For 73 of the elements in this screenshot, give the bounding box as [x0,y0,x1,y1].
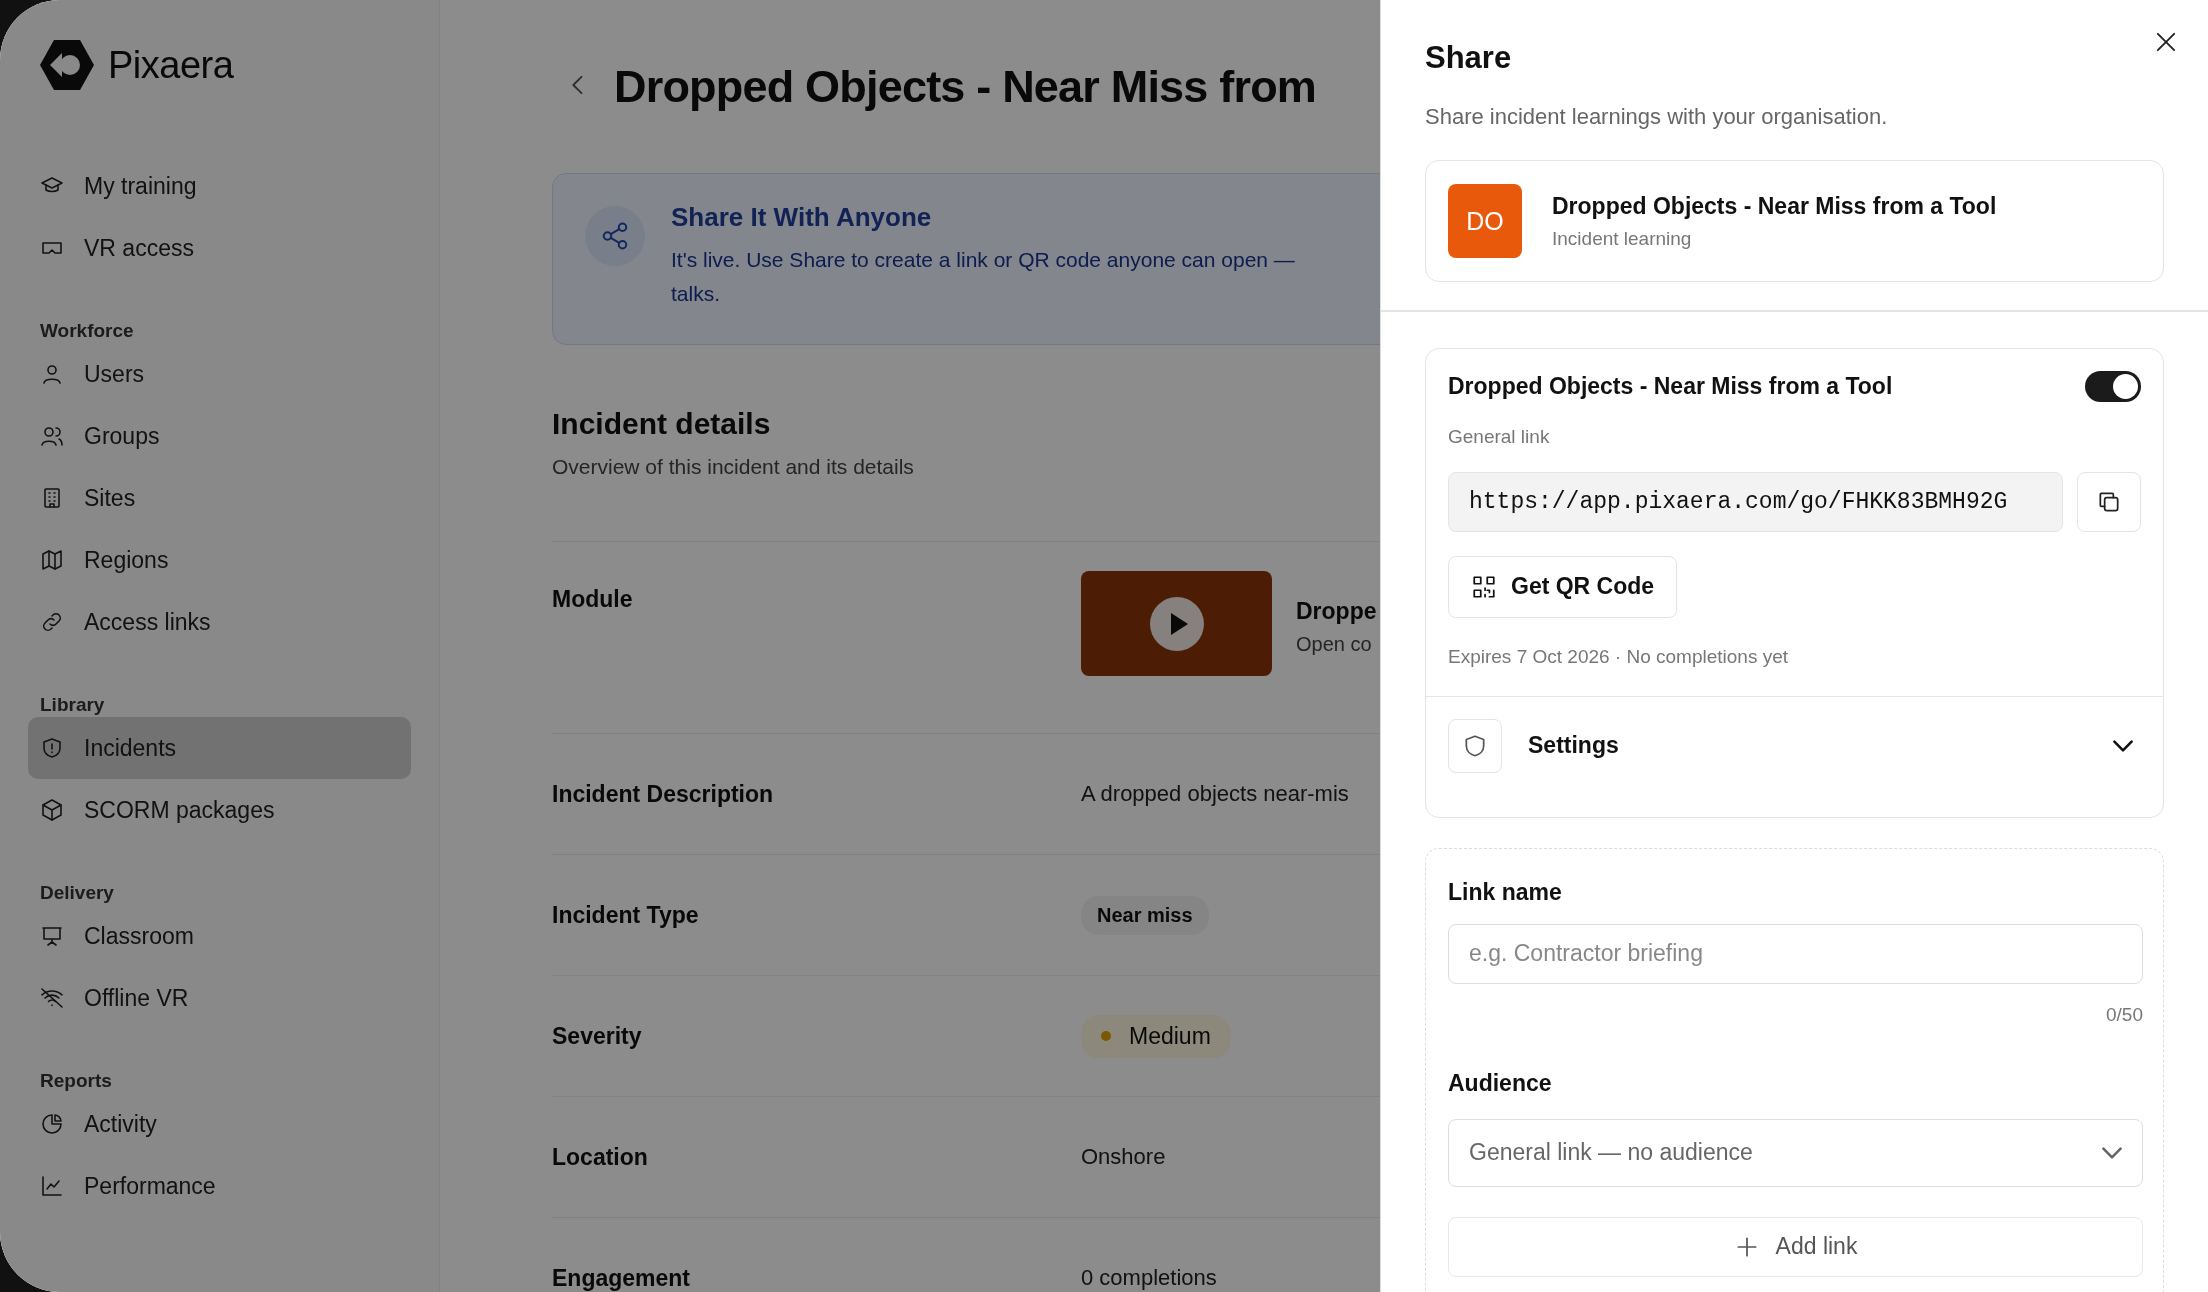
type-tag: Near miss [1081,895,1209,935]
map-icon [40,548,64,572]
field-value: A dropped objects near-mis [1081,781,1349,807]
nav-item[interactable]: Performance [28,1155,411,1217]
link-meta: Expires 7 Oct 2026 · No completions yet [1448,645,1790,669]
incident-title: Dropped Objects - Near Miss from a Tool [1552,192,1997,220]
video-thumbnail[interactable] [1081,571,1272,676]
logo-text: Pixaera [108,43,234,87]
settings-row[interactable]: Settings [1426,695,2163,817]
nav-item[interactable]: Access links [28,591,411,653]
copy-button[interactable] [2077,471,2141,532]
url-field[interactable]: https://app.pixaera.com/go/FHKK83BMH92G [1448,471,2063,532]
users-icon [40,424,64,448]
nav-item[interactable]: Regions [28,529,411,591]
severity-tag: Medium [1081,1014,1231,1058]
field-value: 0 completions [1081,1265,1217,1291]
chevron-down-icon [2113,739,2133,752]
section-title: Incident details [552,407,772,441]
line-chart-icon [40,1174,64,1198]
field-label: Location [552,1143,649,1171]
initials-avatar: DO [1448,184,1522,258]
nav-section-heading: Workforce [40,319,135,343]
link-icon [40,610,64,634]
share-icon [600,221,630,251]
nav-item[interactable]: My training [28,155,411,217]
toggle-switch[interactable] [2085,370,2141,402]
user-icon [40,362,64,386]
nav-item[interactable]: Groups [28,405,411,467]
nav-item[interactable]: Sites [28,467,411,529]
field-label: Module [552,586,634,613]
field-label: Engagement [552,1264,692,1292]
module-title[interactable]: Droppe [1296,598,1377,625]
nav-item[interactable]: Activity [28,1093,411,1155]
incident-subtitle: Incident learning [1552,227,1693,250]
nav-item[interactable]: Incidents [28,717,411,779]
modal-backdrop[interactable] [0,0,1380,1292]
banner-title: Share It With Anyone [671,202,933,233]
wifi-off-icon [40,986,64,1010]
section-subtitle: Overview of this incident and its details [552,455,915,479]
banner-text: talks. [671,281,721,307]
presentation-icon [40,924,64,948]
qr-code-button[interactable]: Get QR Code [1448,555,1678,618]
nav-item[interactable]: Classroom [28,905,411,967]
field-label: Incident Description [552,780,775,808]
nav-item[interactable]: SCORM packages [28,779,411,841]
nav-item[interactable]: Offline VR [28,967,411,1029]
audience-dropdown[interactable]: General link — no audience [1448,1118,2143,1187]
field-label: Severity [552,1022,643,1050]
shield-alert-icon [40,736,64,760]
link-name-field[interactable]: e.g. Contractor briefing [1448,923,2143,984]
nav-section-heading: Delivery [40,881,115,905]
field-label: Incident Type [552,901,700,929]
link-type-label: General link [1448,425,1551,448]
page-title: Dropped Objects - Near Miss from [614,61,1317,113]
pie-chart-icon [40,1112,64,1136]
package-icon [40,798,64,822]
nav-item[interactable]: Users [28,343,411,405]
add-link-button[interactable]: Add link [1448,1216,2143,1277]
banner-text: It's live. Use Share to create a link or QR code anyone can open — [671,247,1295,273]
logo-icon [40,40,94,90]
module-subtitle: Open co [1296,633,1373,656]
chevron-down-icon [2102,1146,2122,1159]
nav-section-heading: Library [40,693,106,717]
field-label: Link name [1448,878,1563,906]
panel-title: Share [1425,40,1513,76]
field-label: Audience [1448,1069,1553,1097]
nav-item[interactable]: VR access [28,217,411,279]
qr-code-icon [1471,573,1497,600]
nav-section-heading: Reports [40,1069,113,1093]
link-title: Dropped Objects - Near Miss from a Tool [1448,372,1893,400]
character-counter: 0/50 [2105,1003,2143,1026]
field-value: Onshore [1081,1144,1166,1170]
panel-subtitle: Share incident learnings with your organisation. [1425,104,1889,130]
